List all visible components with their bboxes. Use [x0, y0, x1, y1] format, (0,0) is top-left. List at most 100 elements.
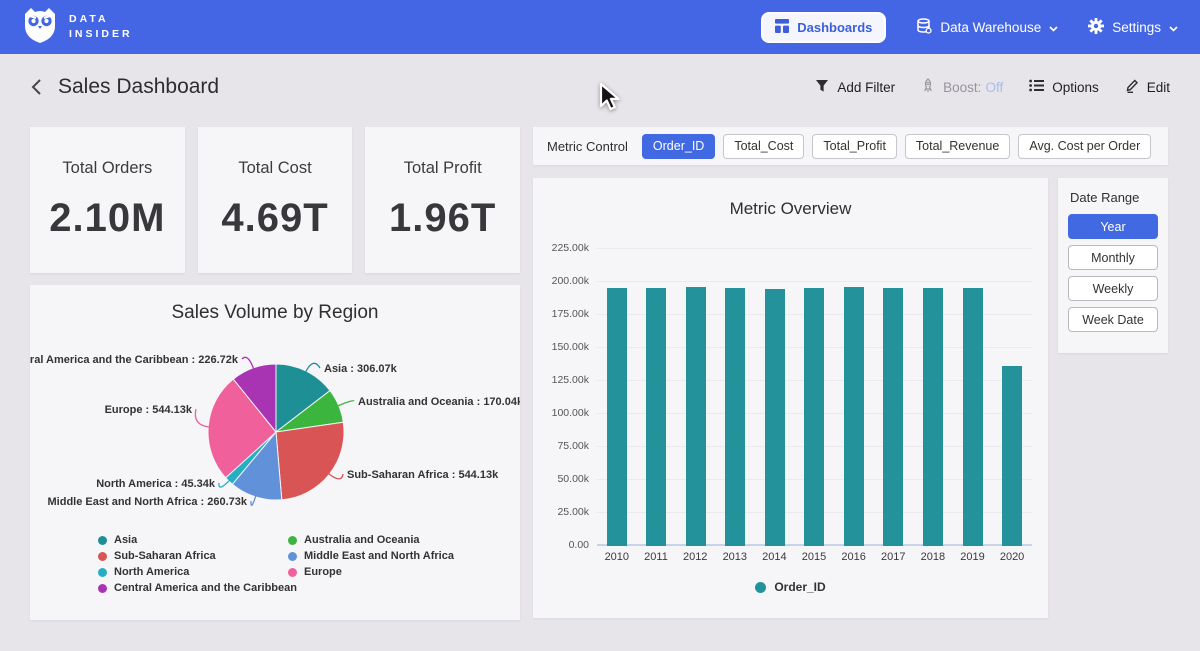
x-tick-label: 2016: [841, 551, 865, 563]
pie-chart-title: Sales Volume by Region: [30, 285, 520, 324]
kpi-value: 2.10M: [30, 196, 185, 241]
legend-dot: [98, 536, 107, 545]
metric-overview-card: Metric Overview 225.00k200.00k175.00k150…: [533, 178, 1048, 618]
legend-item-north-america[interactable]: North America: [98, 564, 297, 580]
kpi-label: Total Orders: [30, 159, 185, 178]
bar-2012[interactable]: [686, 287, 706, 546]
data-warehouse-menu[interactable]: Data Warehouse: [916, 18, 1058, 37]
bar-2011[interactable]: [646, 288, 666, 546]
dashboards-label: Dashboards: [797, 20, 872, 35]
legend-label: Sub-Saharan Africa: [114, 550, 216, 562]
pie-label-line: [219, 480, 230, 487]
y-tick-label: 225.00k: [537, 242, 589, 254]
legend-dot: [288, 536, 297, 545]
metric-chip-order-id[interactable]: Order_ID: [642, 134, 715, 159]
kpi-total-profit: Total Profit 1.96T: [365, 127, 520, 273]
metric-chip-avg-cost-per-order[interactable]: Avg. Cost per Order: [1018, 134, 1151, 159]
brand: DATA INSIDER: [22, 6, 133, 49]
kpi-value: 1.96T: [365, 196, 520, 241]
sales-volume-by-region-card: Sales Volume by Region Asia : 306.07kAus…: [30, 285, 520, 620]
pie-label-central-america-and-the-caribbean: Central America and the Caribbean : 226.…: [30, 354, 239, 366]
metric-chips: Order_ID Total_Cost Total_Profit Total_Reve…: [642, 134, 1151, 159]
legend-item-europe[interactable]: Europe: [288, 564, 454, 580]
bar-chart-legend[interactable]: Order_ID: [533, 580, 1048, 594]
x-tick-label: 2013: [723, 551, 747, 563]
legend-dot: [98, 584, 107, 593]
metric-chip-total-profit[interactable]: Total_Profit: [812, 134, 897, 159]
legend-item-australia-and-oceania[interactable]: Australia and Oceania: [288, 532, 454, 548]
legend-dot: [288, 568, 297, 577]
x-tick-label: 2020: [1000, 551, 1024, 563]
kpi-row: Total Orders 2.10M Total Cost 4.69T Tota…: [30, 127, 520, 273]
x-tick-label: 2012: [683, 551, 707, 563]
legend-label: Middle East and North Africa: [304, 550, 454, 562]
pencil-icon: [1125, 78, 1139, 96]
y-tick-label: 100.00k: [537, 407, 589, 419]
bar-2018[interactable]: [923, 288, 943, 546]
x-tick-label: 2010: [605, 551, 629, 563]
y-tick-label: 200.00k: [537, 275, 589, 287]
metric-chip-total-revenue[interactable]: Total_Revenue: [905, 134, 1010, 159]
bar-2016[interactable]: [844, 287, 864, 546]
date-range-year[interactable]: Year: [1068, 214, 1158, 239]
legend-item-asia[interactable]: Asia: [98, 532, 297, 548]
legend-dot: [288, 552, 297, 561]
rocket-icon: [921, 78, 935, 96]
owl-logo-icon: [22, 6, 58, 49]
back-button[interactable]: [30, 78, 42, 96]
settings-label: Settings: [1112, 20, 1161, 35]
dashboard-header: Sales Dashboard Add Filter Boost: Off: [0, 54, 1200, 120]
pie-slice-sub-saharan-africa[interactable]: [276, 422, 344, 500]
legend-item-central-america-and-the-caribbean[interactable]: Central America and the Caribbean: [98, 580, 297, 596]
funnel-icon: [815, 79, 829, 96]
list-icon: [1029, 79, 1044, 95]
x-tick-label: 2015: [802, 551, 826, 563]
legend-item-middle-east-and-north-africa[interactable]: Middle East and North Africa: [288, 548, 454, 564]
database-icon: [916, 18, 932, 37]
boost-toggle[interactable]: Boost: Off: [921, 78, 1003, 96]
settings-menu[interactable]: Settings: [1088, 18, 1178, 37]
gear-icon: [1088, 18, 1104, 37]
date-range-week-date[interactable]: Week Date: [1068, 307, 1158, 332]
dashboards-button[interactable]: Dashboards: [761, 12, 886, 43]
chevron-down-icon: [1169, 20, 1178, 35]
pie-label-middle-east-and-north-africa: Middle East and North Africa : 260.73k: [48, 496, 248, 508]
top-navbar: DATA INSIDER Dashboards: [0, 0, 1200, 54]
bar-2017[interactable]: [883, 288, 903, 546]
legend-label: Central America and the Caribbean: [114, 582, 297, 594]
legend-dot: [98, 568, 107, 577]
bar-2014[interactable]: [765, 289, 785, 547]
edit-button[interactable]: Edit: [1125, 78, 1170, 96]
pie-label-australia-and-oceania: Australia and Oceania : 170.04k: [358, 396, 520, 408]
date-range-monthly[interactable]: Monthly: [1068, 245, 1158, 270]
chevron-down-icon: [1049, 20, 1058, 35]
metric-chip-total-cost[interactable]: Total_Cost: [723, 134, 804, 159]
date-range-weekly[interactable]: Weekly: [1068, 276, 1158, 301]
legend-item-sub-saharan-africa[interactable]: Sub-Saharan Africa: [98, 548, 297, 564]
x-tick-label: 2014: [762, 551, 786, 563]
legend-label: Order_ID: [774, 580, 825, 594]
bar-2013[interactable]: [725, 288, 745, 546]
bar-2015[interactable]: [804, 288, 824, 546]
data-warehouse-label: Data Warehouse: [940, 20, 1041, 35]
x-tick-label: 2019: [960, 551, 984, 563]
kpi-total-cost: Total Cost 4.69T: [198, 127, 353, 273]
pie-label-europe: Europe : 544.13k: [105, 404, 193, 416]
add-filter-button[interactable]: Add Filter: [815, 79, 895, 96]
bar-2020[interactable]: [1002, 366, 1022, 546]
bar-chart-plot: 225.00k200.00k175.00k150.00k125.00k100.0…: [597, 236, 1032, 546]
bar-2010[interactable]: [607, 288, 627, 546]
pie-label-sub-saharan-africa: Sub-Saharan Africa : 544.13k: [347, 469, 499, 481]
date-range-card: Date Range YearMonthlyWeeklyWeek Date: [1058, 178, 1168, 353]
legend-label: Asia: [114, 534, 137, 546]
x-tick-label: 2018: [921, 551, 945, 563]
bar-chart-title: Metric Overview: [533, 178, 1048, 219]
y-tick-label: 125.00k: [537, 374, 589, 386]
page-title: Sales Dashboard: [58, 75, 219, 99]
brand-name: DATA INSIDER: [69, 12, 133, 42]
bar-2019[interactable]: [963, 288, 983, 546]
options-button[interactable]: Options: [1029, 79, 1099, 95]
x-tick-label: 2011: [644, 551, 668, 563]
kpi-total-orders: Total Orders 2.10M: [30, 127, 185, 273]
metric-control-card: Metric Control Order_IDTotal_CostTotal_P…: [533, 127, 1168, 165]
